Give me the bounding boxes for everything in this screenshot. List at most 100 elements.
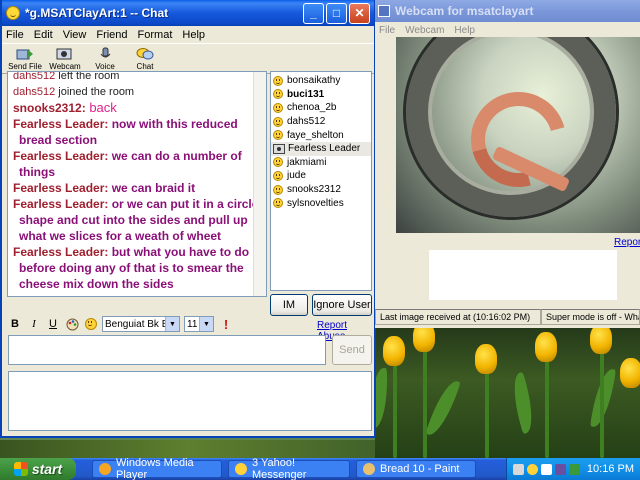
webcam-label: Webcam	[49, 62, 81, 71]
message-input[interactable]	[8, 335, 326, 365]
tray-network-icon[interactable]	[540, 463, 552, 475]
font-size-value: 11	[187, 318, 198, 330]
task-paint[interactable]: Bread 10 - Paint	[356, 460, 476, 478]
menu-format[interactable]: Format	[138, 29, 173, 41]
tulip-flower	[383, 336, 405, 366]
voice-button[interactable]: Voice	[86, 47, 124, 71]
tulip-flower	[475, 344, 497, 374]
super-mode-status[interactable]: Super mode is off - What	[541, 309, 640, 325]
chat-window: *g.MSATClayArt:1 -- Chat _ □ ✕ File Edit…	[0, 0, 376, 438]
send-file-label: Send File	[8, 62, 42, 71]
smiley-icon	[273, 130, 283, 141]
tray-app-icon[interactable]	[512, 463, 524, 475]
emoticon-icon	[85, 318, 97, 330]
start-label: start	[31, 461, 63, 477]
webcam-titlebar[interactable]: Webcam for msatclayart	[375, 0, 640, 22]
user-list-item[interactable]: Fearless Leader	[271, 141, 371, 156]
webcam-window-title: Webcam for msatclayart	[395, 4, 534, 18]
tulip-leaf	[507, 371, 539, 435]
bold-button[interactable]: B	[7, 316, 23, 332]
webcam-menu-file[interactable]: File	[379, 25, 395, 36]
message-text: we can braid it	[108, 181, 196, 195]
user-list-item[interactable]: faye_shelton	[271, 128, 371, 142]
yahoo-smiley-icon	[6, 6, 20, 20]
menu-help[interactable]: Help	[182, 29, 205, 41]
webcam-report-link[interactable]: Report	[614, 237, 640, 248]
message-nick: dahs512	[13, 71, 56, 82]
message-nick: Fearless Leader:	[13, 117, 109, 131]
lower-pane	[8, 371, 372, 431]
media-player-icon	[99, 463, 111, 475]
webcam-menu-help[interactable]: Help	[454, 25, 475, 36]
font-size-select[interactable]: 11 ▼	[184, 316, 214, 332]
alert-icon[interactable]: !	[218, 316, 234, 332]
user-list-item[interactable]: snooks2312	[271, 183, 371, 197]
color-palette-button[interactable]	[64, 316, 80, 332]
webcam-info-panel	[429, 250, 617, 300]
menu-file[interactable]: File	[6, 29, 24, 41]
chat-window-title: *g.MSATClayArt:1 -- Chat	[25, 6, 169, 20]
tray-antivirus-icon[interactable]	[554, 463, 566, 475]
chat-bubble-icon	[136, 48, 154, 60]
voice-label: Voice	[95, 62, 115, 71]
tulip-flower	[620, 358, 640, 388]
underline-button[interactable]: U	[45, 316, 61, 332]
message-text: joined the room	[55, 86, 135, 98]
close-button[interactable]: ✕	[349, 2, 370, 24]
user-list-item[interactable]: dahs512	[271, 115, 371, 129]
user-list-item[interactable]: jakmiami	[271, 156, 371, 170]
chat-message: snooks2312: back	[13, 100, 264, 116]
maximize-button[interactable]: □	[326, 2, 347, 24]
chat-label: Chat	[136, 62, 154, 71]
menu-edit[interactable]: Edit	[34, 29, 53, 41]
chat-log-scrollbar[interactable]	[253, 72, 266, 296]
italic-button[interactable]: I	[26, 316, 42, 332]
webcam-window-icon	[378, 5, 390, 17]
ignore-user-button[interactable]: Ignore User	[312, 294, 372, 316]
menu-friend[interactable]: Friend	[96, 29, 127, 41]
user-list-item[interactable]: bonsaikathy	[271, 74, 371, 88]
send-file-icon	[16, 49, 33, 60]
tulip-flower	[590, 328, 612, 354]
tulip-flower	[535, 332, 557, 362]
smiley-icon	[273, 170, 283, 181]
tulip-leaf	[375, 368, 387, 428]
task-yahoo-messenger[interactable]: 3 Yahoo! Messenger	[228, 457, 350, 480]
user-list-item[interactable]: sylsnovelties	[271, 196, 371, 210]
start-button[interactable]: start	[0, 458, 76, 480]
chat-button[interactable]: Chat	[126, 47, 164, 71]
tulip-leaf	[425, 377, 461, 439]
webcam-menu-webcam[interactable]: Webcam	[405, 25, 444, 36]
room-user-list[interactable]: bonsaikathy buci131 chenoa_2b dahs512 faye_s…	[270, 71, 372, 291]
webcam-button[interactable]: Webcam	[46, 47, 84, 71]
chat-titlebar[interactable]: *g.MSATClayArt:1 -- Chat _ □ ✕	[2, 0, 374, 26]
user-list-item[interactable]: jude	[271, 169, 371, 183]
font-select[interactable]: Benguiat Bk BT ▼	[102, 316, 180, 332]
task-windows-media-player[interactable]: Windows Media Player	[92, 457, 222, 480]
send-file-button[interactable]: Send File	[6, 47, 44, 71]
minimize-button[interactable]: _	[303, 2, 324, 24]
message-nick: dahs512	[13, 86, 56, 98]
message-text: back	[85, 100, 117, 115]
tulip-stem	[423, 346, 427, 458]
chat-message: Fearless Leader: but what you have to do…	[13, 244, 264, 292]
send-button[interactable]: Send	[332, 335, 372, 365]
tray-clock: 10:16 PM	[586, 463, 634, 475]
smiley-icon	[273, 157, 283, 168]
tray-volume-icon[interactable]	[568, 463, 580, 475]
chat-message: dahs512 left the room	[13, 71, 264, 84]
user-list-item[interactable]: buci131	[271, 88, 371, 102]
message-nick: Fearless Leader:	[13, 181, 109, 195]
im-button[interactable]: IM	[270, 294, 308, 316]
user-list-item[interactable]: chenoa_2b	[271, 101, 371, 115]
emoticon-button[interactable]	[83, 316, 99, 332]
tulip-stem	[545, 356, 549, 458]
microphone-icon	[100, 47, 111, 58]
user-name: Fearless Leader	[288, 143, 361, 155]
palette-icon	[66, 318, 78, 330]
chat-message: Fearless Leader: we can do a number of t…	[13, 148, 264, 180]
tray-yahoo-icon[interactable]	[526, 463, 538, 475]
webcam-menubar: File Webcam Help	[375, 22, 640, 38]
chat-log[interactable]: dahs512 left the room dahs512 joined the …	[7, 71, 267, 297]
menu-view[interactable]: View	[63, 29, 87, 41]
